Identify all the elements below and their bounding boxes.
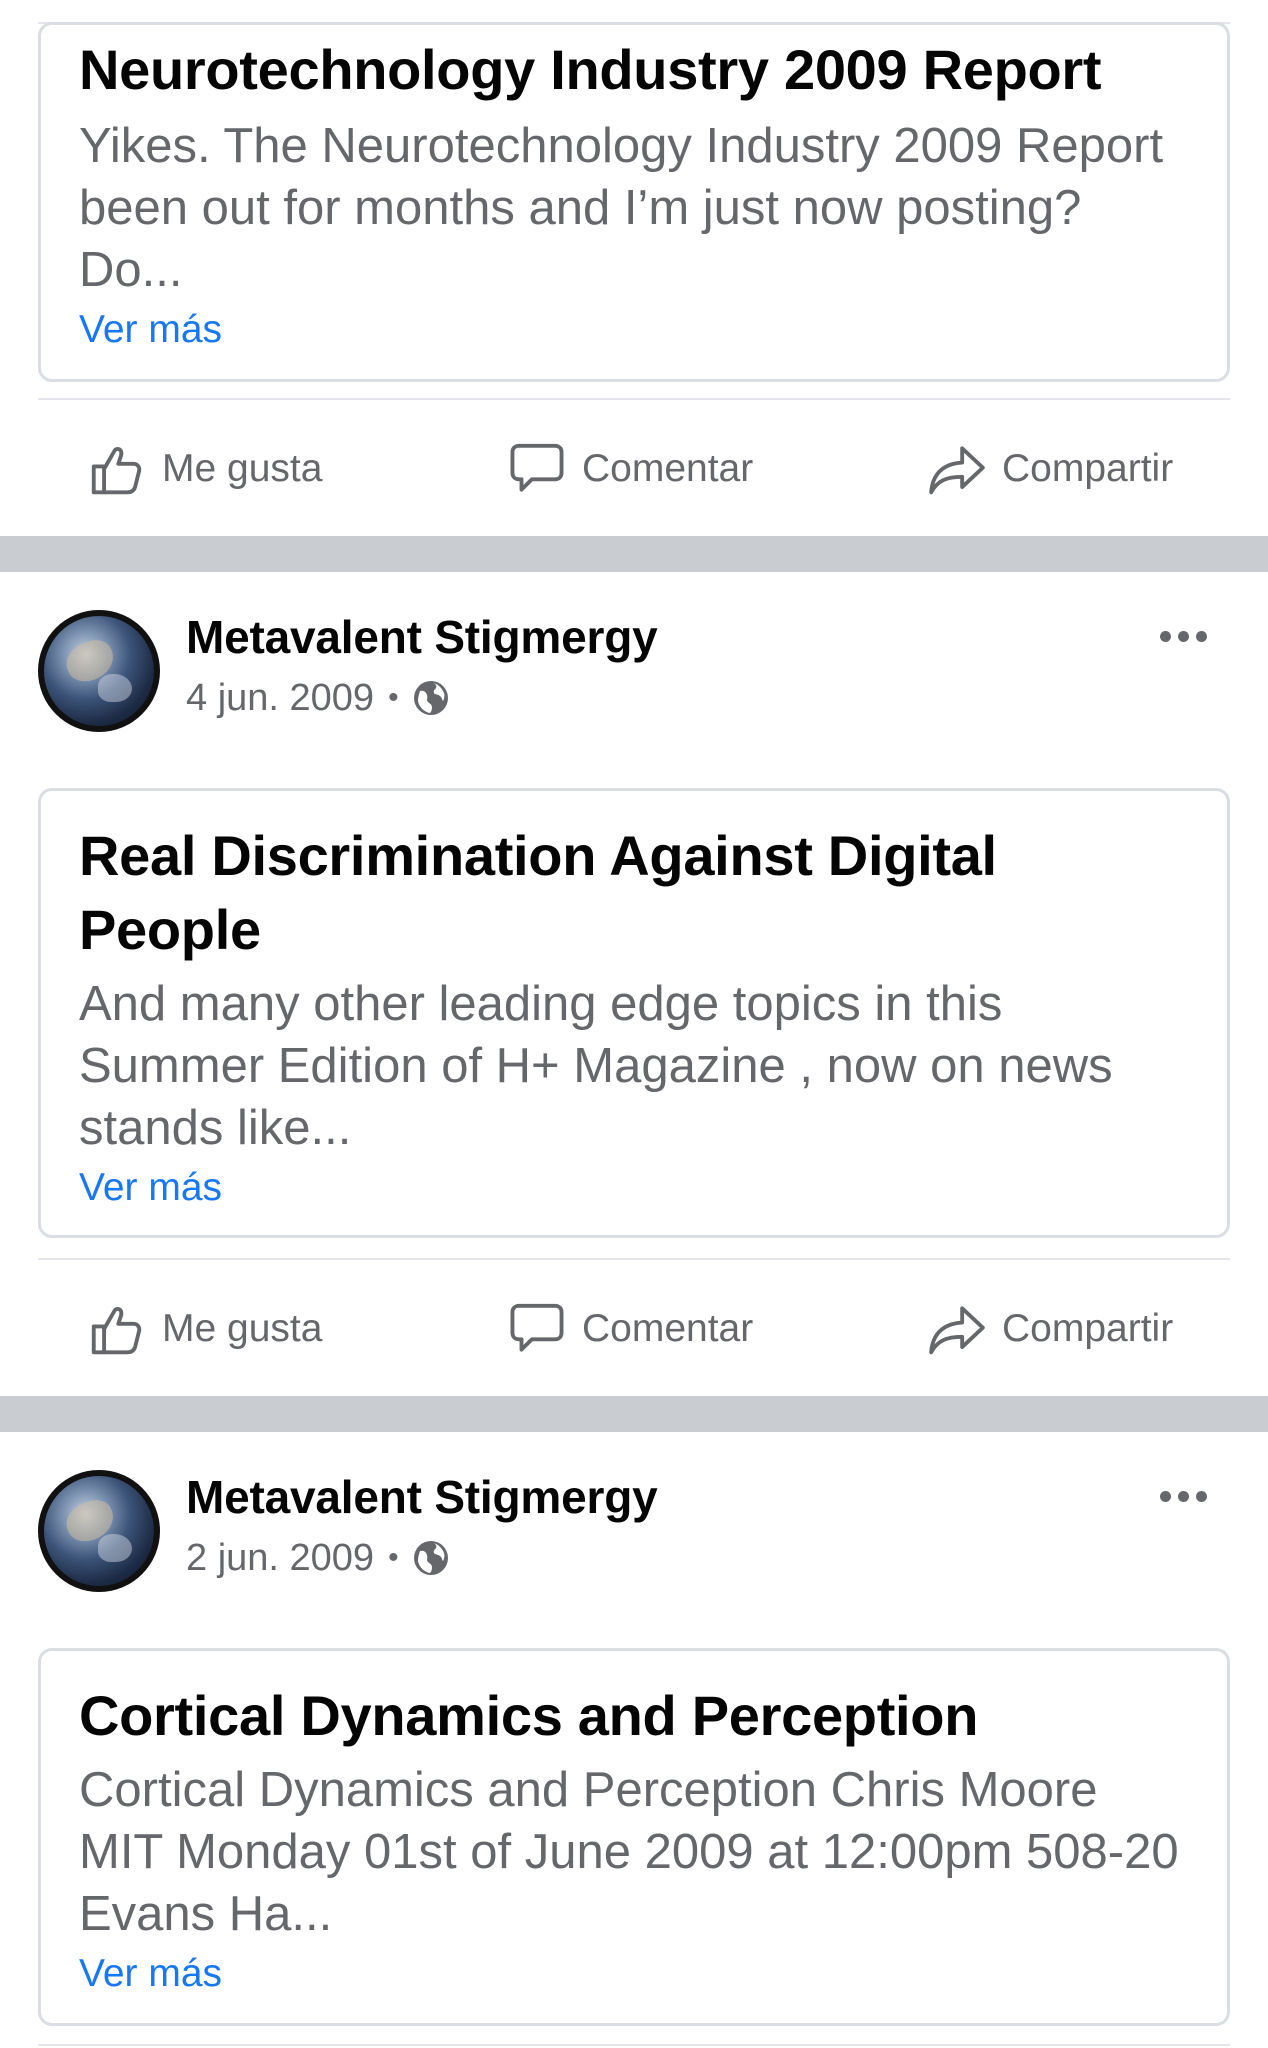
post-header: Metavalent Stigmergy 2 jun. 2009 • [0,1432,1268,1632]
link-title[interactable]: Cortical Dynamics and Perception [79,1679,1189,1753]
earth-globe-image [44,616,154,726]
meta-separator: • [388,1541,399,1574]
share-arrow-icon [929,446,985,495]
avatar[interactable] [38,1470,160,1592]
share-button[interactable]: Compartir [926,1274,1173,1384]
post-meta: 4 jun. 2009 • [186,676,451,720]
comment-label: Comentar [582,447,754,490]
link-preview-card[interactable]: Cortical Dynamics and Perception Cortica… [38,1648,1230,2026]
more-options-dot [1177,1490,1189,1502]
like-button[interactable]: Me gusta [86,414,322,524]
link-description: And many other leading edge topics in th… [79,977,1113,1155]
thumbs-up-icon [91,1307,142,1355]
speech-bubble-icon [510,443,564,492]
link-description: Cortical Dynamics and Perception Chris M… [79,1763,1179,1941]
more-options-dot [1195,1490,1207,1502]
actions-divider [38,398,1230,400]
post-header: Metavalent Stigmergy 4 jun. 2009 • [0,572,1268,772]
link-preview-card[interactable]: Neurotechnology Industry 2009 Report Yik… [38,22,1230,382]
author-name[interactable]: Metavalent Stigmergy [186,610,658,664]
actions-divider [38,1258,1230,1260]
share-label: Compartir [1002,447,1174,490]
globe-icon [413,1541,448,1575]
thumbs-up-icon [91,447,142,495]
comment-label: Comentar [582,1307,754,1350]
link-preview-card[interactable]: Real Discrimination Against Digital Peop… [38,788,1230,1238]
like-button[interactable]: Me gusta [86,1274,322,1384]
actions-divider [38,2044,1230,2046]
share-label: Compartir [1002,1307,1174,1350]
link-description: Yikes. The Neurotechnology Industry 2009… [79,119,1164,297]
avatar[interactable] [38,610,160,732]
share-button[interactable]: Compartir [926,414,1173,524]
post: Metavalent Stigmergy 4 jun. 2009 • Real … [0,572,1268,1396]
more-options-icon [1159,1490,1171,1502]
feed-separator [0,1396,1268,1432]
more-options-button[interactable] [1148,1476,1218,1516]
see-more-link[interactable]: Ver más [79,1947,222,2001]
post-actions: Me gusta Comentar Compartir [38,1274,1230,1384]
like-label: Me gusta [162,1307,323,1350]
post-date[interactable]: 2 jun. 2009 [186,1537,374,1580]
link-title[interactable]: Real Discrimination Against Digital Peop… [79,819,1189,967]
facebook-feed: Neurotechnology Industry 2009 Report Yik… [0,0,1268,2048]
see-more-link[interactable]: Ver más [79,1161,222,1215]
more-options-dot [1195,630,1207,642]
more-options-button[interactable] [1148,616,1218,656]
speech-bubble-icon [510,1303,564,1352]
see-more-link[interactable]: Ver más [79,303,222,357]
post: Neurotechnology Industry 2009 Report Yik… [0,0,1268,536]
more-options-icon [1159,630,1171,642]
post-actions: Me gusta Comentar Compartir [38,414,1230,524]
link-title[interactable]: Neurotechnology Industry 2009 Report [79,33,1189,107]
meta-separator: • [388,681,399,714]
earth-globe-image [44,1476,154,1586]
like-label: Me gusta [162,447,323,490]
feed-separator [0,536,1268,572]
more-options-dot [1177,630,1189,642]
comment-button[interactable]: Comentar [506,414,753,524]
post-date[interactable]: 4 jun. 2009 [186,677,374,720]
post-meta: 2 jun. 2009 • [186,1536,451,1580]
globe-icon [413,681,448,715]
post: Metavalent Stigmergy 2 jun. 2009 • Corti… [0,1432,1268,2048]
share-arrow-icon [929,1306,985,1355]
author-name[interactable]: Metavalent Stigmergy [186,1470,658,1524]
comment-button[interactable]: Comentar [506,1274,753,1384]
